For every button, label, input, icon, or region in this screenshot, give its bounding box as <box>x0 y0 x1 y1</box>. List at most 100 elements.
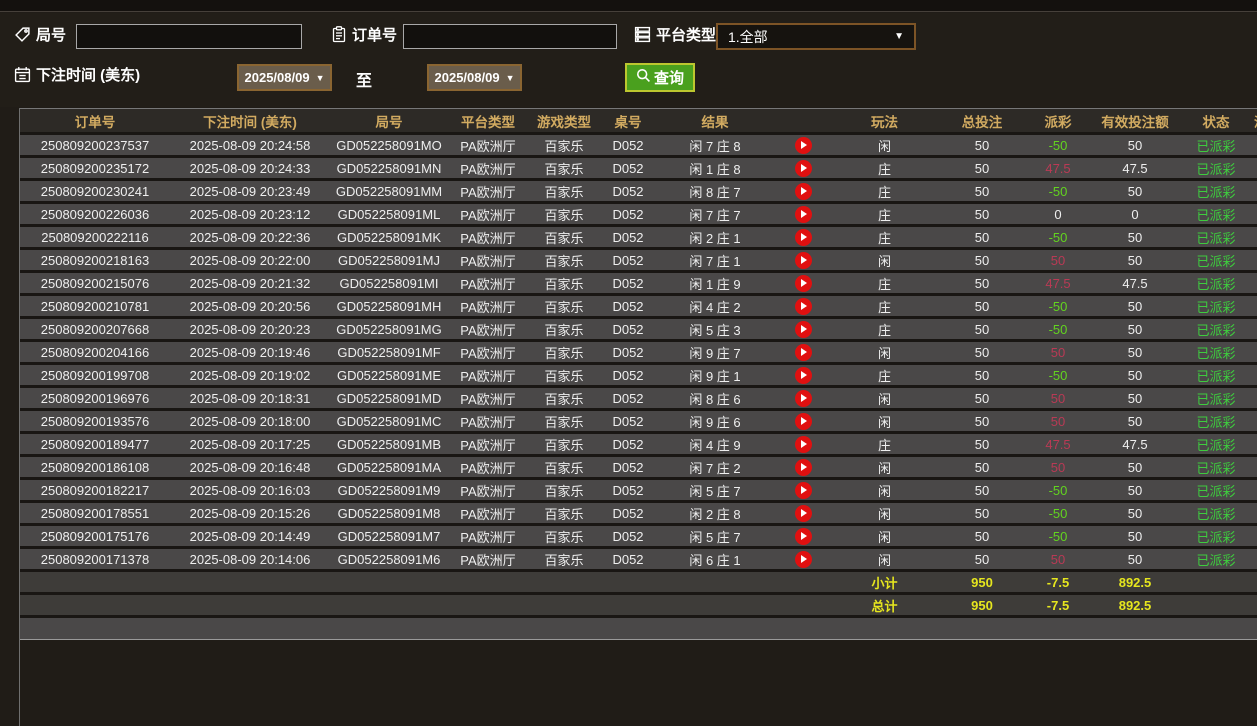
cell-bet-time: 2025-08-09 20:24:33 <box>170 156 330 180</box>
cell-result: 闲 8 庄 6 <box>656 386 774 410</box>
cell-payout: 50 <box>1027 455 1089 479</box>
cell-status: 已派彩 <box>1181 386 1251 410</box>
grand-total-row-empty <box>528 593 600 617</box>
subtotal-row-empty <box>1181 570 1251 594</box>
cell-status: 已派彩 <box>1181 202 1251 226</box>
cell-total-bet: 50 <box>937 409 1027 433</box>
cell-round-no: GD052258091MF <box>330 340 448 364</box>
cell-order-no: 250809200207668 <box>20 317 170 341</box>
cell-total-bet: 50 <box>937 294 1027 318</box>
header-bet-time: 下注时间 (美东) <box>170 108 330 134</box>
query-button[interactable]: 查询 <box>625 63 696 92</box>
cell-result: 闲 1 庄 8 <box>656 156 774 180</box>
cell-bet-time: 2025-08-09 20:16:03 <box>170 478 330 502</box>
cell-result: 闲 5 庄 7 <box>656 478 774 502</box>
cell-bet-time: 2025-08-09 20:19:02 <box>170 363 330 387</box>
cell-payout: 47.5 <box>1027 432 1089 456</box>
play-triangle <box>801 325 807 334</box>
play-icon[interactable] <box>794 297 812 315</box>
date-to-label: 至 <box>356 73 373 90</box>
table-row: 250809200222116 2025-08-09 20:22:36 GD0522… <box>20 225 1257 249</box>
play-triangle <box>801 141 807 150</box>
cell-bet-time: 2025-08-09 20:14:49 <box>170 524 330 548</box>
header-status: 状态 <box>1181 108 1251 134</box>
play-icon[interactable] <box>794 136 812 154</box>
cell-platform-type: PA欧洲厅 <box>448 179 528 203</box>
play-icon[interactable] <box>794 159 812 177</box>
cell-video <box>774 432 832 456</box>
cell-status: 已派彩 <box>1181 317 1251 341</box>
grand-total-row-empty <box>448 593 528 617</box>
play-icon[interactable] <box>794 205 812 223</box>
round-number-input[interactable] <box>76 24 302 49</box>
play-icon[interactable] <box>794 274 812 292</box>
cell-play-type: 庄 <box>832 202 937 226</box>
play-icon[interactable] <box>794 458 812 476</box>
cell-valid-bet: 50 <box>1089 478 1181 502</box>
cell-payout: -50 <box>1027 179 1089 203</box>
cell-result: 闲 5 庄 3 <box>656 317 774 341</box>
cell-game-type: 百家乐 <box>528 317 600 341</box>
cell-game-type: 百家乐 <box>528 248 600 272</box>
cell-video <box>774 340 832 364</box>
cell-order-no: 250809200186108 <box>20 455 170 479</box>
cell-video <box>774 156 832 180</box>
cell-table-no: D052 <box>600 501 656 525</box>
table-header-row: 订单号 下注时间 (美东) 局号 平台类型 游戏类型 桌号 结果 玩法 总投注 派彩 有效投注额 状态… <box>20 108 1257 134</box>
cell-play-type: 闲 <box>832 409 937 433</box>
cell-platform-type: PA欧洲厅 <box>448 248 528 272</box>
cell-result: 闲 7 庄 2 <box>656 455 774 479</box>
cell-game-type: 百家乐 <box>528 501 600 525</box>
header-play-type: 玩法 <box>832 108 937 134</box>
cell-video <box>774 179 832 203</box>
platform-type-select[interactable]: 1.全部 ▼ <box>716 23 916 50</box>
cell-total-bet: 50 <box>937 271 1027 295</box>
cell-game-type: 百家乐 <box>528 202 600 226</box>
subtotal-row-label: 小计 <box>832 570 937 594</box>
play-icon[interactable] <box>794 435 812 453</box>
cell-payout-time <box>1251 179 1257 203</box>
play-icon[interactable] <box>794 251 812 269</box>
bet-records-table-container: 订单号 下注时间 (美东) 局号 平台类型 游戏类型 桌号 结果 玩法 总投注 派彩 有效投注额 状态… <box>19 108 1257 726</box>
play-icon[interactable] <box>794 343 812 361</box>
cell-play-type: 闲 <box>832 248 937 272</box>
grand-total-row-empty <box>170 593 330 617</box>
order-number-input[interactable] <box>403 24 617 49</box>
cell-payout-time <box>1251 432 1257 456</box>
play-icon[interactable] <box>794 412 812 430</box>
play-icon[interactable] <box>794 504 812 522</box>
play-icon[interactable] <box>794 228 812 246</box>
play-triangle <box>801 509 807 518</box>
cell-payout-time <box>1251 294 1257 318</box>
cell-payout-time <box>1251 455 1257 479</box>
date-from-picker[interactable]: 2025/08/09 ▼ <box>237 64 332 91</box>
date-to-picker[interactable]: 2025/08/09 ▼ <box>427 64 522 91</box>
play-icon[interactable] <box>794 366 812 384</box>
cell-order-no: 250809200182217 <box>20 478 170 502</box>
grand-total-row-empty <box>774 593 832 617</box>
play-icon[interactable] <box>794 389 812 407</box>
cell-payout-time <box>1251 156 1257 180</box>
cell-table-no: D052 <box>600 455 656 479</box>
play-icon[interactable] <box>794 550 812 568</box>
cell-play-type: 庄 <box>832 156 937 180</box>
cell-payout: 50 <box>1027 340 1089 364</box>
cell-result: 闲 7 庄 1 <box>656 248 774 272</box>
bet-records-table: 订单号 下注时间 (美东) 局号 平台类型 游戏类型 桌号 结果 玩法 总投注 派彩 有效投注额 状态… <box>20 108 1257 640</box>
cell-order-no: 250809200199708 <box>20 363 170 387</box>
play-icon[interactable] <box>794 320 812 338</box>
subtotal-row-empty <box>600 570 656 594</box>
play-icon[interactable] <box>794 527 812 545</box>
cell-order-no: 250809200235172 <box>20 156 170 180</box>
cell-payout: -50 <box>1027 524 1089 548</box>
cell-payout-time <box>1251 524 1257 548</box>
cell-order-no: 250809200193576 <box>20 409 170 433</box>
table-body: 250809200237537 2025-08-09 20:24:58 GD0522… <box>20 133 1257 640</box>
play-icon[interactable] <box>794 481 812 499</box>
play-icon[interactable] <box>794 182 812 200</box>
cell-play-type: 庄 <box>832 271 937 295</box>
cell-order-no: 250809200215076 <box>20 271 170 295</box>
filler-cell <box>656 616 774 640</box>
cell-status: 已派彩 <box>1181 294 1251 318</box>
cell-status: 已派彩 <box>1181 501 1251 525</box>
